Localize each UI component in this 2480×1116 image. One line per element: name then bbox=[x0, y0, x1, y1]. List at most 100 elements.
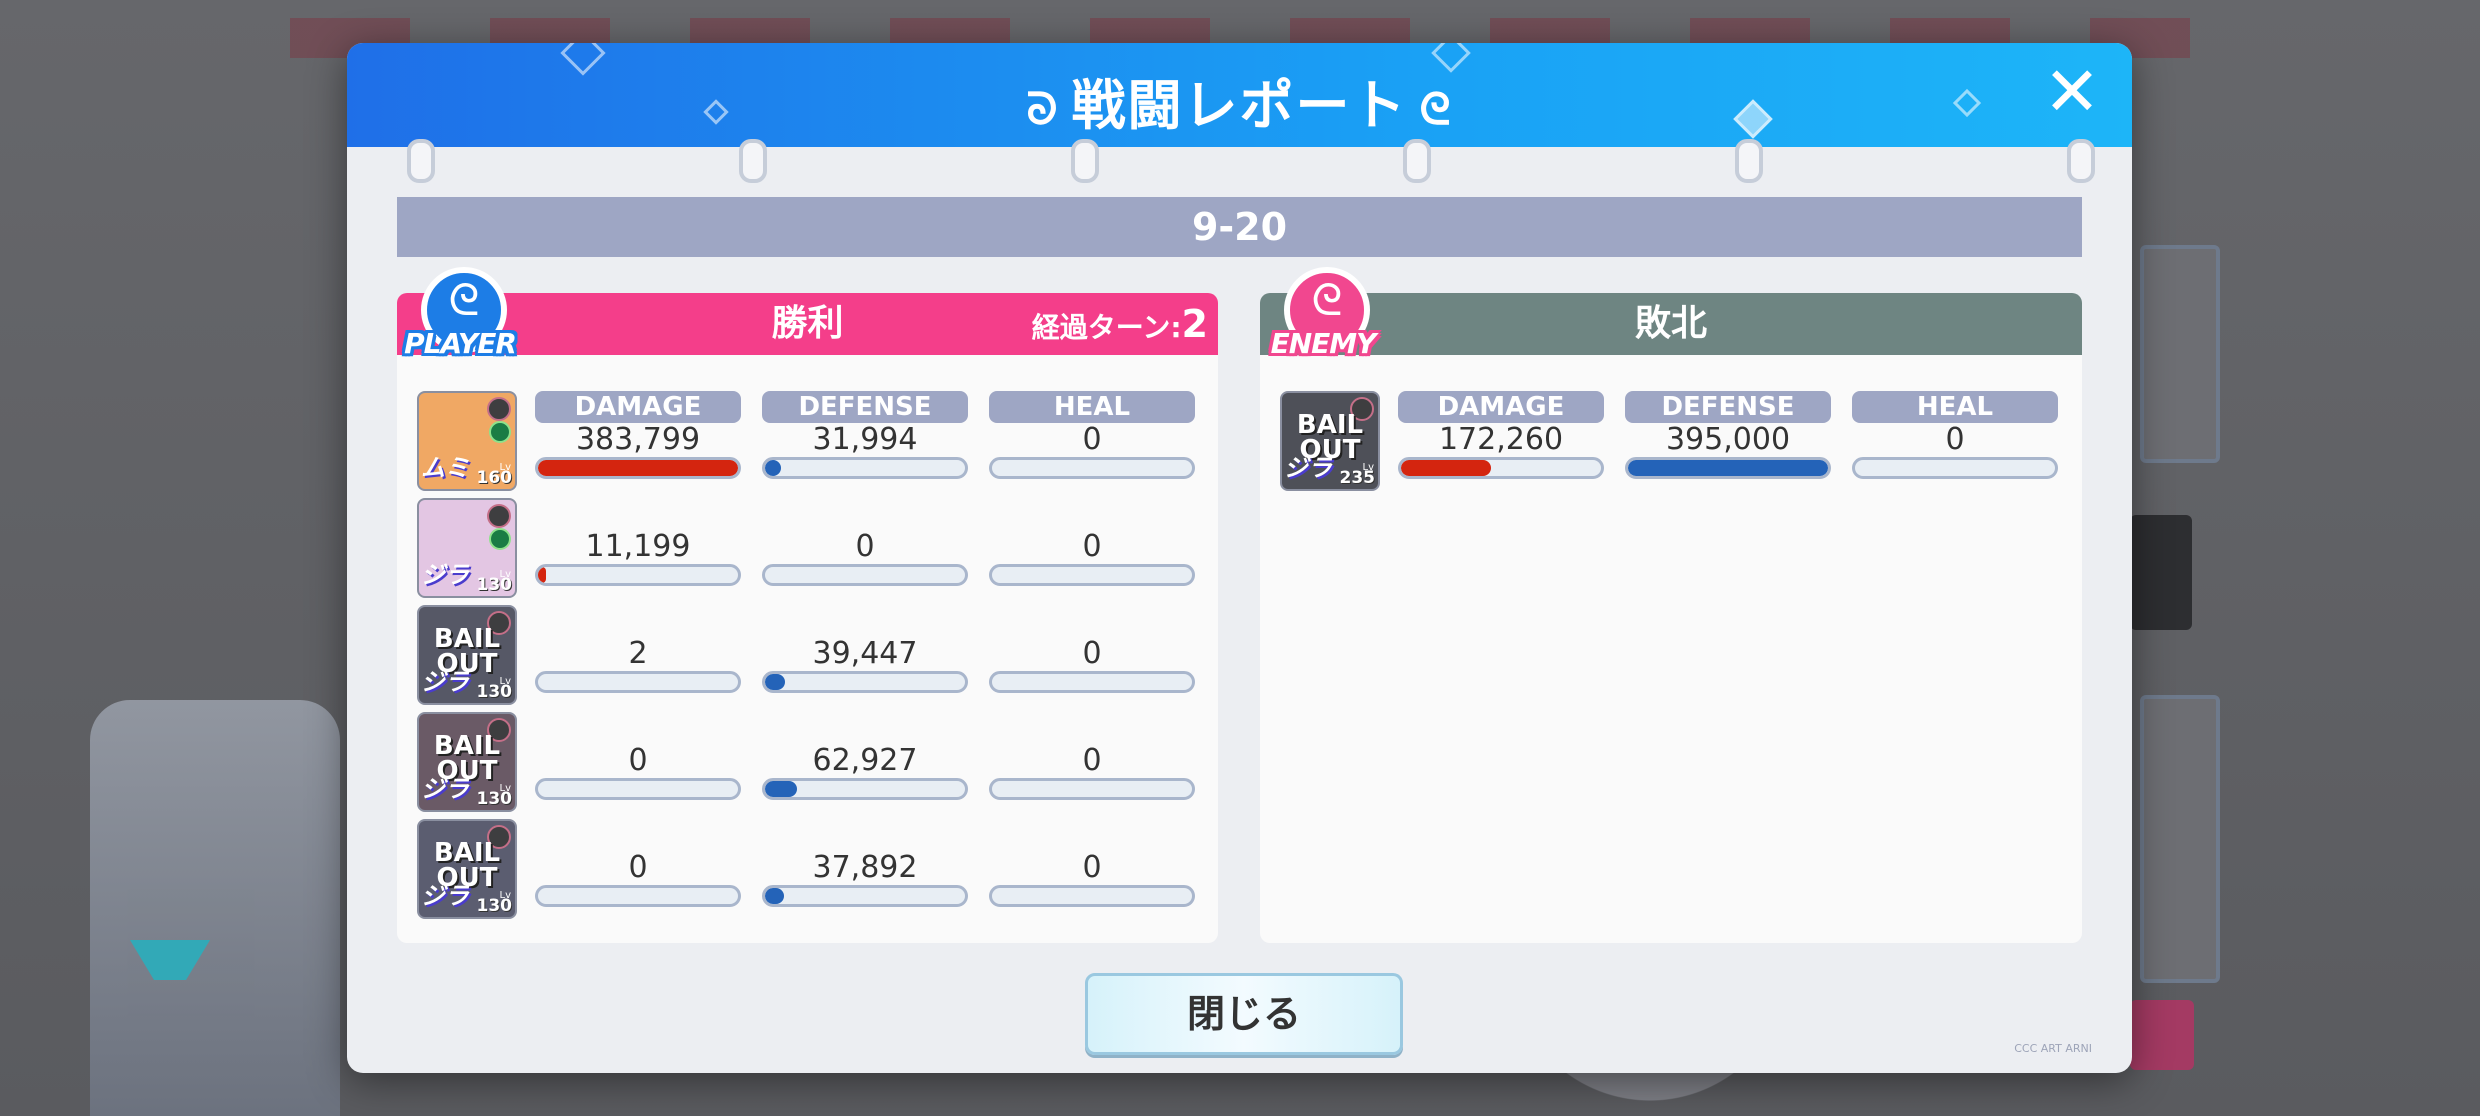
binder-ring bbox=[2067, 139, 2095, 183]
defense-bar bbox=[762, 457, 968, 479]
damage-bar bbox=[1398, 457, 1604, 479]
damage-stat: 11,199 bbox=[535, 498, 741, 586]
player-badge: ᘓ PLAYER bbox=[391, 267, 529, 379]
damage-bar-fill bbox=[538, 460, 738, 476]
player-unit-portrait[interactable]: ムミ Lv 160 bbox=[417, 391, 517, 491]
wing-icon: ᘓ bbox=[1311, 275, 1343, 326]
heal-stat: HEAL 0 bbox=[1852, 391, 2058, 479]
wing-icon: ᘐ bbox=[1026, 83, 1060, 135]
heal-value: 0 bbox=[1082, 743, 1102, 778]
damage-value: 11,199 bbox=[585, 529, 691, 564]
attribute-label: ジラ bbox=[421, 561, 469, 589]
damage-value: 2 bbox=[628, 636, 648, 671]
enemy-panel: 敗北 ᘓ ENEMY BAIL OUT ジラ Lv 235 DAMAGE 172,260 D… bbox=[1260, 267, 2082, 943]
heal-stat: HEAL 0 bbox=[989, 391, 1195, 479]
defense-stat: 37,892 bbox=[762, 819, 968, 907]
defense-bar bbox=[1625, 457, 1831, 479]
damage-bar bbox=[535, 564, 741, 586]
damage-stat: 0 bbox=[535, 819, 741, 907]
dialog-title-text: 戦闘レポート bbox=[1071, 74, 1408, 137]
binder-ring bbox=[739, 139, 767, 183]
attribute-label: ジラ bbox=[421, 882, 469, 910]
player-unit-portrait[interactable]: BAIL OUT ジラ Lv 130 bbox=[417, 605, 517, 705]
defense-column-header: DEFENSE bbox=[1625, 391, 1831, 423]
element-icon bbox=[487, 504, 511, 528]
defense-bar bbox=[762, 564, 968, 586]
damage-bar bbox=[535, 671, 741, 693]
player-panel: 勝利 経過ターン:2 ᘓ PLAYER ムミ Lv 160 DAMAGE 383,799… bbox=[397, 267, 1218, 943]
attribute-label: ジラ bbox=[421, 775, 469, 803]
wing-icon: ᘓ bbox=[448, 275, 480, 326]
heal-bar bbox=[989, 457, 1195, 479]
damage-value: 0 bbox=[628, 850, 648, 885]
attribute-label: ジラ bbox=[421, 668, 469, 696]
defense-stat: DEFENSE 395,000 bbox=[1625, 391, 1831, 479]
heal-value: 0 bbox=[1082, 850, 1102, 885]
heal-column-header: HEAL bbox=[989, 391, 1195, 423]
background-robot bbox=[90, 700, 340, 1116]
damage-column-header: DAMAGE bbox=[1398, 391, 1604, 423]
background-card bbox=[2140, 695, 2220, 983]
defense-bar bbox=[762, 671, 968, 693]
wing-icon: ᘓ bbox=[1419, 83, 1453, 135]
heal-column-header: HEAL bbox=[1852, 391, 2058, 423]
heal-stat: 0 bbox=[989, 498, 1195, 586]
damage-bar-fill bbox=[538, 567, 546, 583]
binder-ring bbox=[1071, 139, 1099, 183]
stage-label: 9-20 bbox=[397, 197, 2082, 257]
defense-bar bbox=[762, 778, 968, 800]
defense-bar-fill bbox=[765, 781, 797, 797]
enemy-badge: ᘓ ENEMY bbox=[1254, 267, 1392, 379]
enemy-unit-portrait[interactable]: BAIL OUT ジラ Lv 235 bbox=[1280, 391, 1380, 491]
player-unit-portrait[interactable]: BAIL OUT ジラ Lv 130 bbox=[417, 712, 517, 812]
damage-column-header: DAMAGE bbox=[535, 391, 741, 423]
enemy-unit-row: BAIL OUT ジラ Lv 235 DAMAGE 172,260 DEFENSE 395,0… bbox=[1280, 391, 2070, 491]
unit-level: 235 bbox=[1339, 468, 1376, 488]
defense-value: 37,892 bbox=[812, 850, 918, 885]
damage-stat: 2 bbox=[535, 605, 741, 693]
battle-report-dialog: ᘐ 戦闘レポート ᘓ ✕ 9-20 勝利 経過ターン:2 ᘓ PLAYER ムミ Lv… bbox=[347, 43, 2132, 1073]
role-icon bbox=[489, 421, 511, 443]
defense-bar-fill bbox=[1628, 460, 1828, 476]
defense-bar-fill bbox=[765, 674, 785, 690]
player-unit-row: BAIL OUT ジラ Lv 130 2 39,447 0 bbox=[417, 605, 1207, 705]
player-unit-portrait[interactable]: BAIL OUT ジラ Lv 130 bbox=[417, 819, 517, 919]
damage-value: 0 bbox=[628, 743, 648, 778]
defense-stat: 39,447 bbox=[762, 605, 968, 693]
heal-value: 0 bbox=[1082, 422, 1102, 457]
defense-bar bbox=[762, 885, 968, 907]
heal-value: 0 bbox=[1082, 636, 1102, 671]
close-icon[interactable]: ✕ bbox=[2040, 59, 2104, 127]
copyright: CCC ART ARNI bbox=[2014, 1042, 2092, 1055]
binder-ring bbox=[1403, 139, 1431, 183]
heal-bar bbox=[1852, 457, 2058, 479]
heal-stat: 0 bbox=[989, 712, 1195, 800]
player-unit-row: ムミ Lv 160 DAMAGE 383,799 DEFENSE 31,994 HEAL 0 bbox=[417, 391, 1207, 491]
player-unit-row: ジラ Lv 130 11,199 0 0 bbox=[417, 498, 1207, 598]
damage-value: 383,799 bbox=[575, 422, 701, 457]
heal-bar bbox=[989, 778, 1195, 800]
player-unit-portrait[interactable]: ジラ Lv 130 bbox=[417, 498, 517, 598]
attribute-label: ムミ bbox=[421, 454, 469, 482]
defense-stat: 62,927 bbox=[762, 712, 968, 800]
close-button[interactable]: 閉じる bbox=[1085, 973, 1403, 1055]
heal-stat: 0 bbox=[989, 819, 1195, 907]
defense-stat: DEFENSE 31,994 bbox=[762, 391, 968, 479]
damage-bar bbox=[535, 778, 741, 800]
dialog-header: ᘐ 戦闘レポート ᘓ ✕ bbox=[347, 43, 2132, 147]
defense-value: 39,447 bbox=[812, 636, 918, 671]
damage-value: 172,260 bbox=[1438, 422, 1564, 457]
turn-count: 経過ターン:2 bbox=[1031, 302, 1208, 346]
heal-value: 0 bbox=[1945, 422, 1965, 457]
damage-bar-fill bbox=[1401, 460, 1491, 476]
defense-value: 395,000 bbox=[1665, 422, 1791, 457]
unit-level: 130 bbox=[476, 896, 513, 916]
heal-bar bbox=[989, 885, 1195, 907]
binder-rings bbox=[347, 139, 2132, 183]
heal-bar bbox=[989, 564, 1195, 586]
player-unit-row: BAIL OUT ジラ Lv 130 0 37,892 0 bbox=[417, 819, 1207, 919]
damage-stat: DAMAGE 172,260 bbox=[1398, 391, 1604, 479]
damage-bar bbox=[535, 457, 741, 479]
damage-stat: 0 bbox=[535, 712, 741, 800]
unit-level: 130 bbox=[476, 575, 513, 595]
